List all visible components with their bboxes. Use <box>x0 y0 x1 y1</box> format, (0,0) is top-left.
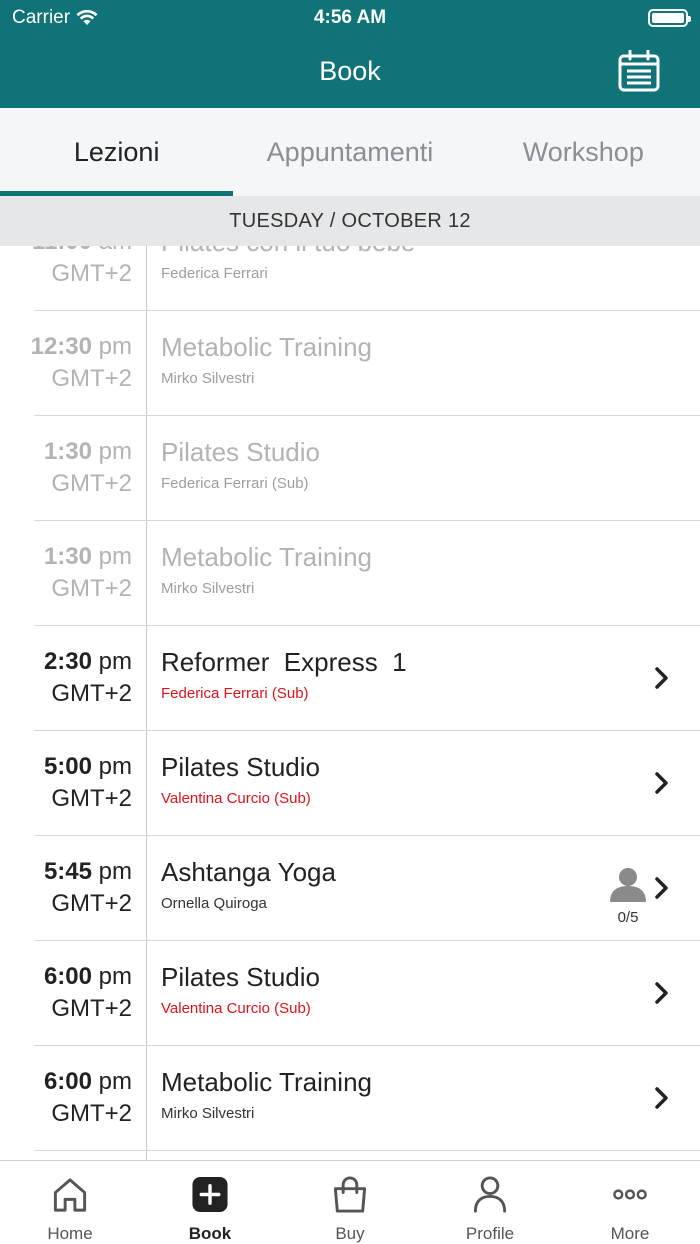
class-time: 6:00 <box>43 1068 92 1095</box>
person-icon <box>473 1176 507 1213</box>
class-name: Pilates Studio <box>161 962 320 992</box>
tab-lezioni[interactable]: Lezioni <box>0 108 234 196</box>
class-timezone: GMT+2 <box>51 470 132 497</box>
class-ampm: am <box>99 246 132 255</box>
class-timezone: GMT+2 <box>51 365 132 392</box>
nav-buy[interactable]: Buy <box>280 1161 420 1244</box>
nav-book[interactable]: Book <box>140 1161 280 1244</box>
class-instructor: Mirko Silvestri <box>161 370 255 387</box>
class-timezone: GMT+2 <box>51 575 132 602</box>
class-instructor: Federica Ferrari <box>161 265 268 282</box>
nav-book-label: Book <box>188 1224 232 1243</box>
nav-home-label: Home <box>47 1224 93 1243</box>
class-time: 12:30 <box>30 333 92 360</box>
class-name: Metabolic Training <box>161 542 372 572</box>
class-row[interactable]: 2:30 pm GMT+2 Reformer Express 1 Federic… <box>0 626 700 731</box>
class-ampm: pm <box>98 438 132 465</box>
class-row[interactable]: 1:30 pm GMT+2 Metabolic Training Mirko S… <box>0 521 700 626</box>
chevron-right-icon[interactable] <box>654 666 670 690</box>
class-row[interactable]: 12:30 pm GMT+2 Metabolic Training Mirko … <box>0 311 700 416</box>
class-instructor: Mirko Silvestri <box>161 1105 255 1122</box>
class-name: Ashtanga Yoga <box>161 857 336 887</box>
more-icon <box>613 1189 647 1200</box>
tab-appuntamenti[interactable]: Appuntamenti <box>233 108 466 196</box>
nav-more[interactable]: More <box>560 1161 700 1244</box>
class-timezone: GMT+2 <box>51 890 132 917</box>
chevron-right-icon[interactable] <box>654 981 670 1005</box>
class-instructor: Valentina Curcio (Sub) <box>161 790 311 807</box>
class-time: 2:30 <box>43 648 92 675</box>
class-timezone: GMT+2 <box>51 785 132 812</box>
class-name: Metabolic Training <box>161 1067 372 1097</box>
class-row[interactable]: 6:00 pm GMT+2 Pilates Studio Valentina C… <box>0 941 700 1046</box>
nav-more-label: More <box>610 1224 650 1243</box>
class-instructor: Ornella Quiroga <box>161 895 267 912</box>
nav-profile-label: Profile <box>465 1224 515 1243</box>
class-time: 1:30 <box>43 438 92 465</box>
class-ampm: pm <box>98 753 132 780</box>
category-tabs: Lezioni Appuntamenti Workshop <box>0 108 700 196</box>
class-timezone: GMT+2 <box>51 260 132 287</box>
class-timezone: GMT+2 <box>51 1100 132 1127</box>
class-ampm: pm <box>98 648 132 675</box>
page-title: Book <box>319 56 381 86</box>
class-time: 5:00 <box>43 753 92 780</box>
class-ampm: pm <box>98 1068 132 1095</box>
battery-icon <box>648 9 691 27</box>
person-icon <box>610 868 646 902</box>
class-name: Reformer Express 1 <box>161 647 407 677</box>
date-header: TUESDAY / OCTOBER 12 <box>0 196 700 246</box>
class-row[interactable]: 1:30 pm GMT+2 Pilates Studio Federica Fe… <box>0 416 700 521</box>
class-name: Pilates Studio <box>161 752 320 782</box>
class-row[interactable]: 6:00 pm GMT+2 Metabolic Training Mirko S… <box>0 1046 700 1151</box>
class-time: 5:45 <box>43 858 92 885</box>
class-list[interactable]: 11:00 am GMT+2 Pilates con il tuo bebè F… <box>0 246 700 1160</box>
chevron-right-icon[interactable] <box>654 771 670 795</box>
nav-profile[interactable]: Profile <box>420 1161 560 1244</box>
nav-buy-label: Buy <box>335 1224 365 1243</box>
status-time: 4:56 AM <box>313 7 387 28</box>
class-time: 11:00 <box>32 246 92 255</box>
class-timezone: GMT+2 <box>51 680 132 707</box>
class-ampm: pm <box>98 963 132 990</box>
class-row[interactable]: 5:00 pm GMT+2 Pilates Studio Valentina C… <box>0 731 700 836</box>
class-row[interactable]: 11:00 am GMT+2 Pilates con il tuo bebè F… <box>0 246 700 311</box>
calendar-icon[interactable] <box>618 50 660 92</box>
status-bar: Carrier 4:56 AM <box>0 0 700 36</box>
class-instructor: Federica Ferrari (Sub) <box>161 685 309 702</box>
chevron-right-icon[interactable] <box>654 1086 670 1110</box>
capacity-indicator: 0/5 <box>608 866 648 926</box>
class-time: 6:00 <box>43 963 92 990</box>
class-name: Pilates con il tuo bebè <box>161 246 415 259</box>
class-ampm: pm <box>98 858 132 885</box>
tab-workshop[interactable]: Workshop <box>467 108 700 196</box>
nav-home[interactable]: Home <box>0 1161 140 1244</box>
class-instructor: Federica Ferrari (Sub) <box>161 475 309 492</box>
class-row[interactable]: 5:45 pm GMT+2 Ashtanga Yoga Ornella Quir… <box>0 836 700 941</box>
class-instructor: Mirko Silvestri <box>161 580 255 597</box>
class-instructor: Valentina Curcio (Sub) <box>161 1000 311 1017</box>
class-ampm: pm <box>98 543 132 570</box>
plus-icon <box>192 1176 228 1213</box>
home-icon <box>53 1178 87 1212</box>
app-header: Carrier 4:56 AM Book <box>0 0 700 108</box>
bag-icon <box>333 1176 367 1213</box>
chevron-right-icon[interactable] <box>654 876 670 900</box>
class-name: Metabolic Training <box>161 332 372 362</box>
capacity-count: 0/5 <box>617 909 639 926</box>
class-ampm: pm <box>98 333 132 360</box>
class-timezone: GMT+2 <box>51 995 132 1022</box>
class-name: Pilates Studio <box>161 437 320 467</box>
bottom-tab-bar: Home Book Buy Profile More <box>0 1160 700 1244</box>
class-time: 1:30 <box>43 543 92 570</box>
